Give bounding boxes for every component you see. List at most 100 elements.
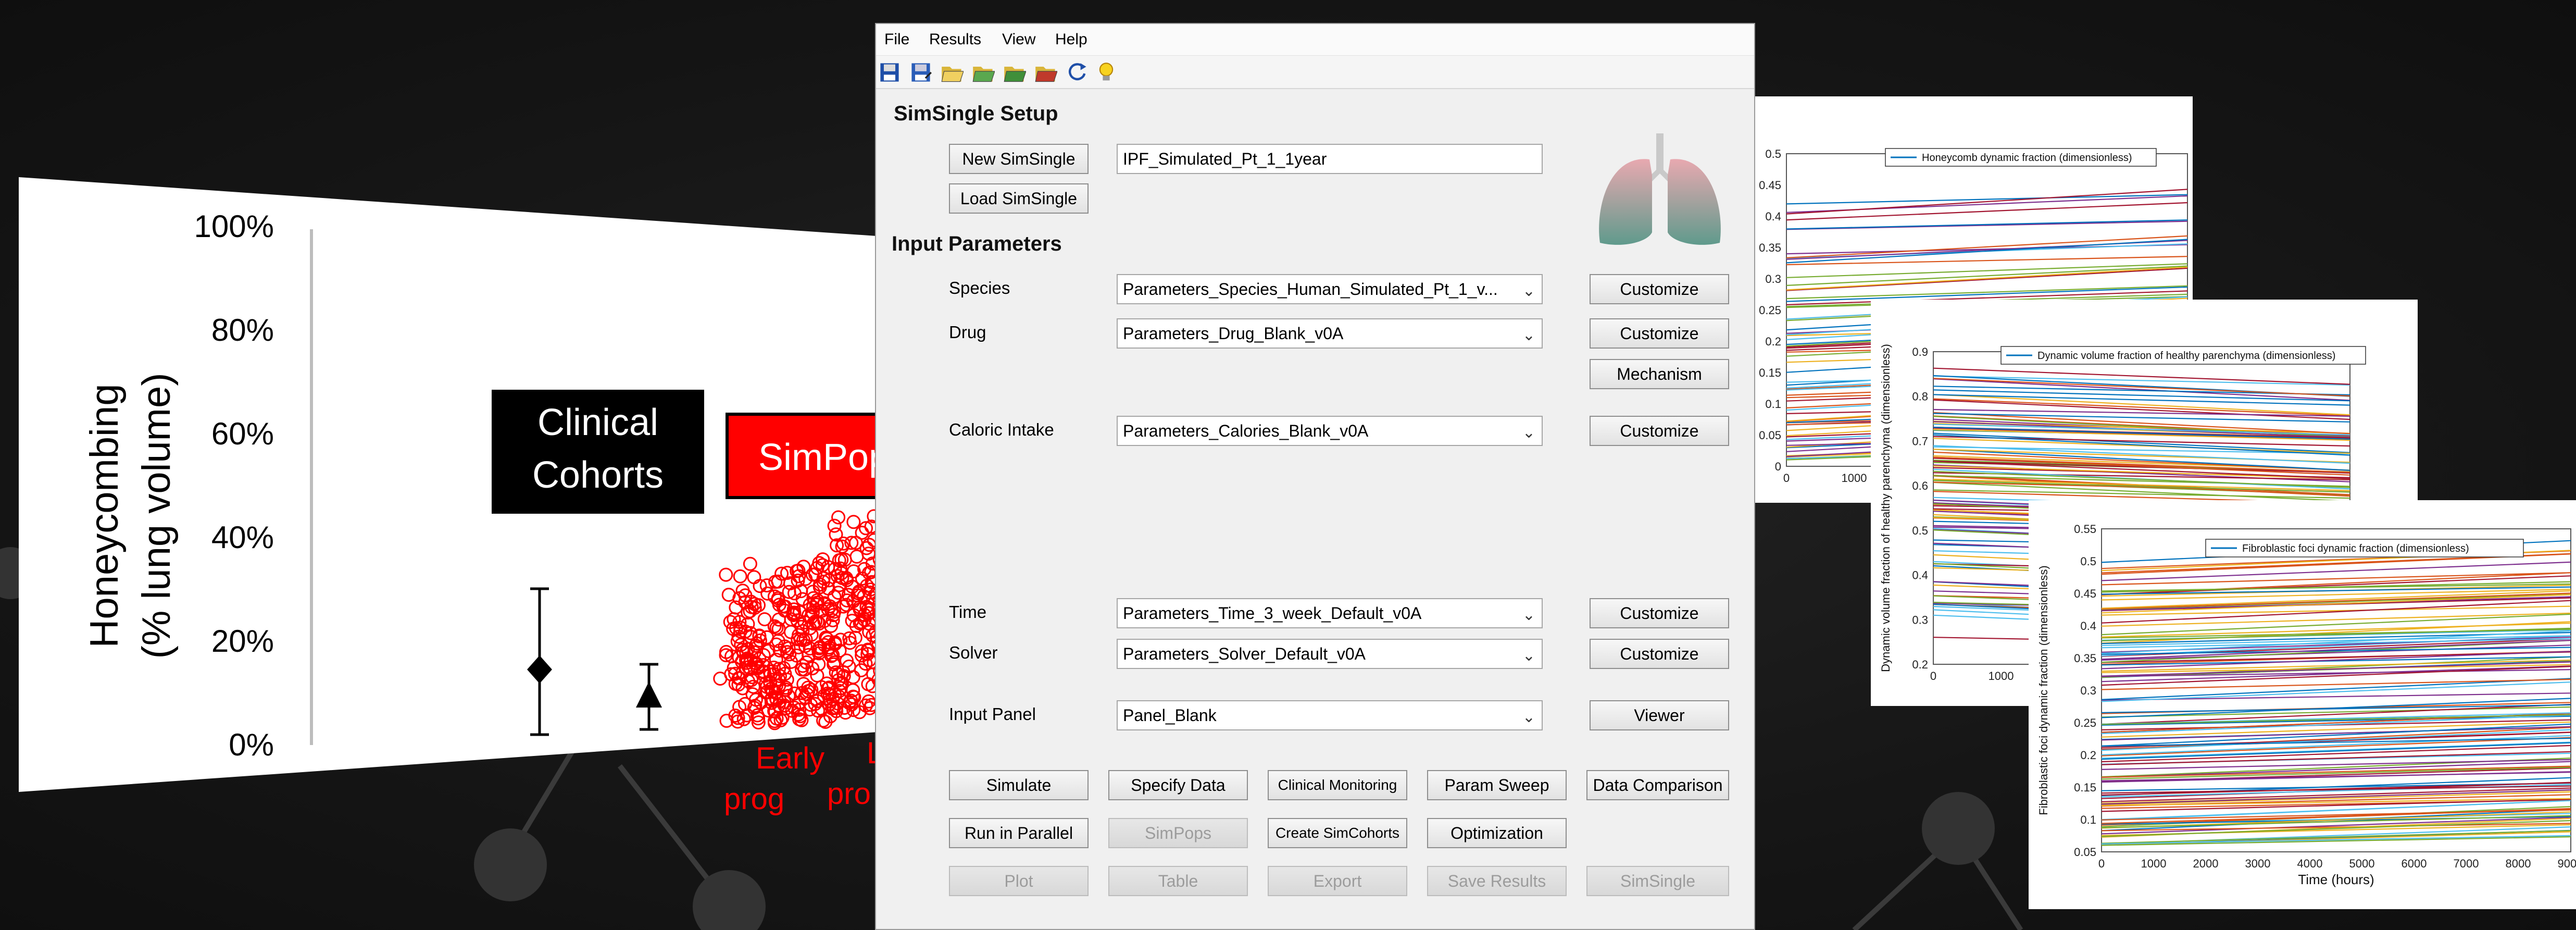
y-axis-label-line1: Honeycombing (82, 384, 127, 648)
y-tick-label: 0.5 (1765, 147, 1781, 160)
open-folder-icon[interactable] (972, 61, 995, 84)
y-tick-label: 0.3 (1912, 613, 1928, 626)
species-label: Species (949, 278, 1010, 297)
legend-simpops-text: SimPop (758, 437, 890, 478)
input-panel-value: Panel_Blank (1123, 706, 1217, 725)
menu-results[interactable]: Results (926, 28, 984, 51)
menu-file[interactable]: File (881, 28, 912, 51)
chevron-down-icon: ⌄ (1522, 424, 1535, 441)
species-dropdown[interactable]: Parameters_Species_Human_Simulated_Pt_1_… (1117, 274, 1543, 304)
table-button[interactable]: Table (1108, 866, 1248, 896)
time-dropdown[interactable]: Parameters_Time_3_week_Default_v0A ⌄ (1117, 598, 1543, 628)
simpops-button[interactable]: SimPops (1108, 818, 1248, 848)
drug-customize-button[interactable]: Customize (1590, 318, 1729, 349)
save-icon[interactable] (878, 61, 901, 84)
x-tick-label: 9000 (2558, 857, 2576, 870)
y-tick-label: 40% (211, 520, 274, 555)
y-tick-label: 0.7 (1912, 435, 1928, 448)
drug-label: Drug (949, 323, 986, 342)
open-folder-icon[interactable] (1003, 61, 1026, 84)
save-as-icon[interactable] (909, 61, 932, 84)
legend-clinical-text-line1: Clinical (537, 402, 658, 443)
caloric-intake-dropdown[interactable]: Parameters_Calories_Blank_v0A ⌄ (1117, 416, 1543, 446)
solver-value: Parameters_Solver_Default_v0A (1123, 644, 1366, 663)
run-in-parallel-button[interactable]: Run in Parallel (949, 818, 1089, 848)
legend-text: Fibroblastic foci dynamic fraction (dime… (2242, 543, 2469, 554)
x-tick-label: 0 (2098, 857, 2105, 870)
drug-value: Parameters_Drug_Blank_v0A (1123, 324, 1344, 343)
simulate-button[interactable]: Simulate (949, 770, 1089, 800)
simsingle-name-field[interactable]: IPF_Simulated_Pt_1_1year (1117, 144, 1543, 174)
y-tick-label: 0.4 (1765, 210, 1781, 223)
time-value: Parameters_Time_3_week_Default_v0A (1123, 604, 1422, 623)
simsingle-button[interactable]: SimSingle (1586, 866, 1729, 896)
simsingle-setup-title: SimSingle Setup (894, 102, 1058, 125)
mechanism-button[interactable]: Mechanism (1590, 359, 1729, 389)
time-label: Time (949, 602, 987, 622)
chevron-down-icon: ⌄ (1522, 606, 1535, 624)
data-comparison-button[interactable]: Data Comparison (1586, 770, 1729, 800)
x-tick-label: 4000 (2297, 857, 2323, 870)
solver-dropdown[interactable]: Parameters_Solver_Default_v0A ⌄ (1117, 639, 1543, 669)
y-tick-label: 0.2 (1765, 335, 1781, 348)
chevron-down-icon: ⌄ (1522, 327, 1535, 344)
y-tick-label: 0.5 (1912, 524, 1928, 537)
honeycombing-chart: Honeycombing (% lung volume) 100% 80% 60% 4… (19, 177, 915, 792)
lungs-icon (1599, 133, 1721, 245)
y-tick-label: 0.35 (2074, 652, 2096, 665)
y-tick-label: 0.3 (2080, 684, 2096, 697)
new-simsingle-button[interactable]: New SimSingle (949, 144, 1089, 174)
refresh-icon[interactable] (1066, 61, 1089, 84)
y-tick-label: 0 (1775, 460, 1781, 473)
y-tick-label: 0.1 (2080, 813, 2096, 826)
plot-legend: Dynamic volume fraction of healthy paren… (2000, 346, 2366, 365)
caloric-intake-label: Caloric Intake (949, 420, 1054, 439)
clinical-monitoring-button[interactable]: Clinical Monitoring (1268, 770, 1407, 800)
menu-help[interactable]: Help (1052, 28, 1091, 51)
create-simcohorts-button[interactable]: Create SimCohorts (1268, 818, 1407, 848)
open-folder-icon[interactable] (941, 61, 964, 84)
x-tick-label: 8000 (2506, 857, 2531, 870)
x-tick-label: 1000 (1989, 669, 2014, 683)
plot-button[interactable]: Plot (949, 866, 1089, 896)
input-panel-label: Input Panel (949, 704, 1036, 724)
y-tick-label: 0.05 (1759, 429, 1781, 442)
y-tick-label: 0.35 (1759, 241, 1781, 254)
open-folder-icon[interactable] (1034, 61, 1057, 84)
load-simsingle-button[interactable]: Load SimSingle (949, 183, 1089, 214)
y-tick-label: 20% (211, 624, 274, 659)
x-tick-label: 7000 (2454, 857, 2479, 870)
x-tick-label: 3000 (2245, 857, 2271, 870)
y-axis-label: Dynamic volume fraction of healthy paren… (1879, 344, 1892, 672)
x-label-early-line1: Early (756, 741, 824, 775)
y-tick-label: 0.15 (1759, 366, 1781, 379)
species-value: Parameters_Species_Human_Simulated_Pt_1_… (1123, 280, 1498, 299)
legend-text: Honeycomb dynamic fraction (dimensionles… (1922, 152, 2132, 164)
optimization-button[interactable]: Optimization (1427, 818, 1567, 848)
y-tick-label: 0.2 (1912, 658, 1928, 671)
specify-data-button[interactable]: Specify Data (1108, 770, 1248, 800)
legend-text: Dynamic volume fraction of healthy paren… (2037, 350, 2335, 362)
solver-customize-button[interactable]: Customize (1590, 639, 1729, 669)
chevron-down-icon: ⌄ (1522, 709, 1535, 726)
caloric-customize-button[interactable]: Customize (1590, 416, 1729, 446)
y-tick-label: 0.25 (1759, 304, 1781, 317)
save-results-button[interactable]: Save Results (1427, 866, 1567, 896)
param-sweep-button[interactable]: Param Sweep (1427, 770, 1567, 800)
y-tick-label: 0.4 (1912, 569, 1928, 582)
y-axis-label: Fibroblastic foci dynamic fraction (dime… (2037, 565, 2050, 815)
menu-bar: File Results View Help (876, 24, 1754, 55)
time-customize-button[interactable]: Customize (1590, 598, 1729, 628)
export-button[interactable]: Export (1268, 866, 1407, 896)
menu-view[interactable]: View (999, 28, 1039, 51)
species-customize-button[interactable]: Customize (1590, 274, 1729, 304)
toolbar (876, 55, 1754, 89)
viewer-button[interactable]: Viewer (1590, 700, 1729, 730)
drug-dropdown[interactable]: Parameters_Drug_Blank_v0A ⌄ (1117, 318, 1543, 349)
chevron-down-icon: ⌄ (1522, 647, 1535, 664)
input-panel-dropdown[interactable]: Panel_Blank ⌄ (1117, 700, 1543, 730)
lightbulb-icon[interactable] (1095, 61, 1118, 84)
x-tick-label: 1000 (2141, 857, 2167, 870)
y-tick-label: 0.8 (1912, 390, 1928, 403)
x-tick-label: 0 (1783, 472, 1790, 485)
